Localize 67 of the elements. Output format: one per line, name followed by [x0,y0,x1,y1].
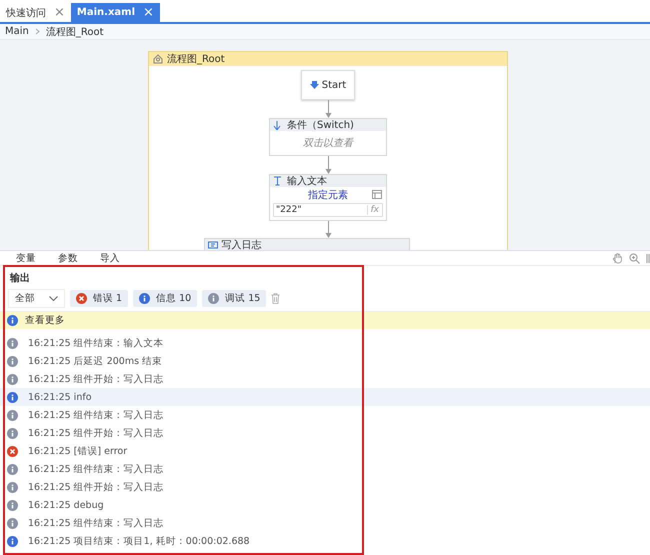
connector-arrow [324,221,332,238]
activity-hint: 双击以查看 [302,136,355,151]
flowchart-title: 流程图_Root [167,52,225,66]
log-message[interactable]: 16:21:25 组件开始：写入日志 [28,426,164,440]
debug-status-icon [7,374,18,384]
connector-arrow [324,156,332,174]
panel-tab[interactable]: 参数 [58,252,78,264]
activity-title: 输入文本 [287,174,327,188]
debug-status-icon [7,500,18,510]
debug-status-icon [7,356,18,366]
log-filter-button[interactable]: 调试 15 [202,290,266,307]
log-message[interactable]: 16:21:25 [错误] error [28,444,128,458]
error-status-icon [76,293,87,304]
activity-node[interactable]: 条件（Switch) 双击以查看 [269,118,387,156]
log-message[interactable]: 16:21:25 组件结束：写入日志 [28,408,164,422]
debug-status-icon [208,293,220,304]
activity-node[interactable]: 写入日志 [204,238,410,250]
input-activity-icon [273,176,283,186]
activity-node[interactable]: 输入文本 指定元素 "222" fx [269,174,387,221]
zoom-icon[interactable] [629,252,640,264]
log-message[interactable]: 16:21:25 debug [28,500,104,510]
chevron-down-icon [49,296,58,301]
debug-status-icon [7,428,18,438]
download-arrow-icon [310,80,319,90]
error-status-icon [7,446,18,456]
target-element-link[interactable]: 指定元素 [308,188,348,202]
close-icon[interactable]: × [143,5,154,20]
trash-icon[interactable] [271,293,280,304]
log-row[interactable]: 16:21:25 info [0,388,650,406]
close-icon[interactable]: × [54,5,65,20]
activity-title: 条件（Switch) [287,119,354,132]
activity-title: 写入日志 [222,238,262,250]
panel-tab[interactable]: 导入 [100,252,120,264]
info-status-icon [7,536,18,546]
log-message[interactable]: 16:21:25 组件结束：写入日志 [28,462,164,476]
log-filter-button[interactable]: 信息 10 [133,290,198,307]
log-message[interactable]: 16:21:25 项目结束：项目1, 耗时：00:00:02.688 [28,534,250,548]
connector-arrow [324,100,332,118]
switch-activity-icon [273,120,283,130]
output-panel-title: 输出 [10,273,30,284]
debug-status-icon [7,482,18,492]
log-message[interactable]: 16:21:25 后延迟 200ms 结束 [28,354,162,368]
log-message: 16:21:25 info [28,392,92,402]
breadcrumb-item[interactable]: 流程图_Root [46,24,104,38]
panel-tab[interactable]: 变量 [16,252,36,264]
chevron-icon [34,28,40,35]
log-message[interactable]: 16:21:25 组件开始：写入日志 [28,372,164,386]
breadcrumb-item[interactable]: Main [5,26,29,37]
view-more-link[interactable]: 查看更多 [25,314,65,327]
table-icon [372,190,382,199]
info-status-icon [139,293,150,304]
log-message[interactable]: 16:21:25 组件结束：写入日志 [28,516,164,530]
log-filter-button[interactable]: 错误 1 [70,290,128,307]
hand-icon[interactable] [612,252,623,264]
info-status-icon [7,392,18,402]
text-input-field[interactable]: "222" fx [273,203,383,217]
debug-status-icon [7,410,18,420]
debug-status-icon [7,518,18,528]
debug-status-icon [7,338,18,348]
debug-status-icon [7,464,18,474]
level-filter-dropdown[interactable]: 全部 [8,289,65,308]
document-tab[interactable]: Main.xaml × [70,3,160,22]
log-message[interactable]: 16:21:25 组件开始：写入日志 [28,480,164,494]
info-status-icon [7,315,18,326]
log-activity-icon [208,240,218,250]
log-message[interactable]: 16:21:25 组件结束：输入文本 [28,336,164,350]
start-node[interactable]: Start [300,70,356,100]
